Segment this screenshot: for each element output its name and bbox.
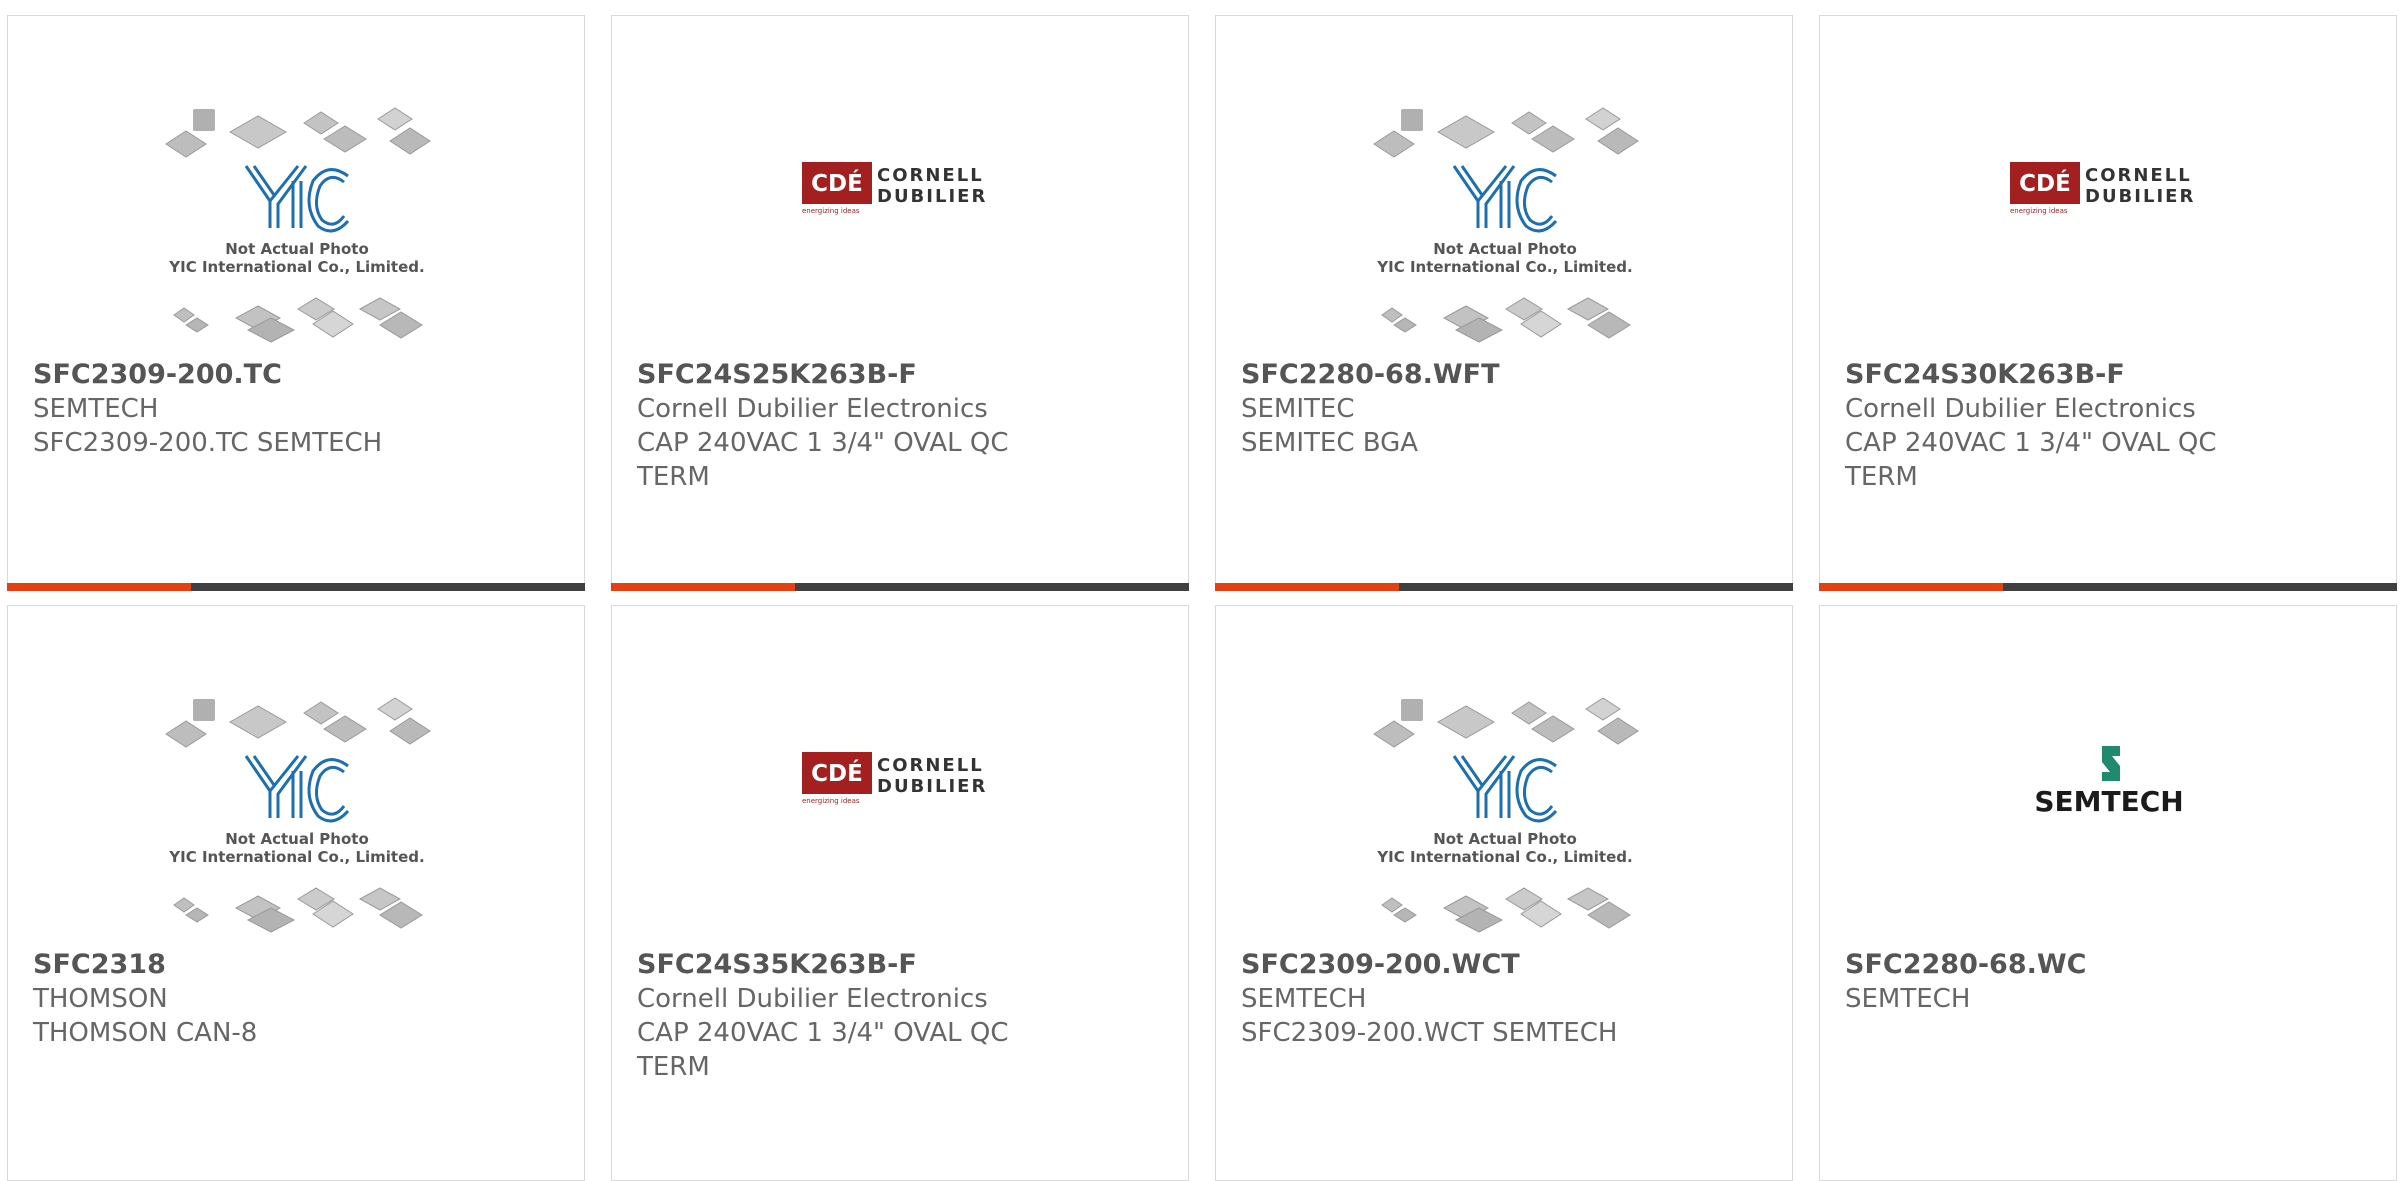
yic-placeholder-graphic: Not Actual PhotoYIC International Co., L… <box>165 107 431 343</box>
placeholder-caption-line2: YIC International Co., Limited. <box>168 848 424 866</box>
cornell-dubilier-logo: CDÉ CORNELLDUBILIER energizing ideas <box>802 162 987 215</box>
placeholder-caption-line1: Not Actual Photo <box>1433 240 1577 258</box>
manufacturer: Cornell Dubilier Electronics <box>637 984 988 1014</box>
cde-tagline: energizing ideas <box>2010 207 2068 215</box>
cde-line2: DUBILIER <box>877 776 987 797</box>
card-underline <box>1215 583 1793 591</box>
manufacturer: THOMSON <box>33 984 168 1014</box>
cornell-dubilier-logo: CDÉ CORNELLDUBILIER energizing ideas <box>2010 162 2195 215</box>
description: SFC2309-200.WCT SEMTECH <box>1241 1018 1618 1048</box>
yic-placeholder-graphic: Not Actual PhotoYIC International Co., L… <box>1373 697 1639 933</box>
manufacturer: Cornell Dubilier Electronics <box>1845 394 2196 424</box>
product-card[interactable]: Not Actual Photo YIC International Co., L… <box>7 15 585 591</box>
placeholder-caption-line2: YIC International Co., Limited. <box>168 258 424 276</box>
product-card[interactable]: Not Actual Photo YIC International Co., L… <box>7 605 585 1181</box>
cde-line1: CORNELL <box>877 165 984 186</box>
part-number-link[interactable]: SFC24S25K263B-F <box>637 358 1038 392</box>
cde-line2: DUBILIER <box>877 186 987 207</box>
placeholder-caption-line2: YIC International Co., Limited. <box>1376 848 1632 866</box>
product-card[interactable]: CDÉ CORNELL DUBILIER energizing ideas SFC24… <box>611 605 1189 1181</box>
description: CAP 240VAC 1 3/4" OVAL QC TERM <box>637 1018 1009 1082</box>
cde-badge-text: CDÉ <box>811 759 863 787</box>
part-number-link[interactable]: SFC2280-68.WC <box>1845 948 2246 982</box>
cornell-dubilier-logo: CDÉ CORNELLDUBILIER energizing ideas <box>802 752 987 805</box>
manufacturer: SEMTECH <box>1845 984 1971 1014</box>
manufacturer: SEMTECH <box>33 394 159 424</box>
cde-line1: CORNELL <box>2085 165 2192 186</box>
product-image-yic-placeholder[interactable]: Not Actual Photo YIC International Co., L… <box>1216 606 1792 951</box>
placeholder-caption-line1: Not Actual Photo <box>1433 830 1577 848</box>
cde-badge-text: CDÉ <box>2019 169 2071 197</box>
placeholder-caption-line2: YIC International Co., Limited. <box>1376 258 1632 276</box>
description: CAP 240VAC 1 3/4" OVAL QC TERM <box>637 428 1009 492</box>
manufacturer: SEMITEC <box>1241 394 1355 424</box>
product-image-yic-placeholder[interactable]: Not Actual Photo YIC International Co., L… <box>8 16 584 361</box>
cde-line2: DUBILIER <box>2085 186 2195 207</box>
card-underline <box>1819 583 2397 591</box>
card-underline-accent <box>1819 583 2003 591</box>
placeholder-caption-line1: Not Actual Photo <box>225 240 369 258</box>
description: SEMITEC BGA <box>1241 428 1419 458</box>
part-number-link[interactable]: SFC2309-200.TC <box>33 358 434 392</box>
cde-badge-text: CDÉ <box>811 169 863 197</box>
product-image-cde-logo[interactable]: CDÉ CORNELL DUBILIER energizing ideas <box>612 16 1188 361</box>
card-underline-accent <box>7 583 191 591</box>
product-card[interactable]: CDÉ CORNELL DUBILIER energizing ideas SFC24… <box>1819 15 2397 591</box>
product-image-yic-placeholder[interactable]: Not Actual Photo YIC International Co., L… <box>1216 16 1792 361</box>
card-underline-accent <box>611 583 795 591</box>
cde-tagline: energizing ideas <box>802 207 860 215</box>
description: SFC2309-200.TC SEMTECH <box>33 428 383 458</box>
part-number-link[interactable]: SFC24S35K263B-F <box>637 948 1038 982</box>
product-card[interactable]: CDÉ CORNELL DUBILIER energizing ideas SFC24… <box>611 15 1189 591</box>
yic-placeholder-graphic: Not Actual PhotoYIC International Co., L… <box>165 697 431 933</box>
description: THOMSON CAN-8 <box>33 1018 258 1048</box>
cde-line1: CORNELL <box>877 755 984 776</box>
part-number-link[interactable]: SFC2280-68.WFT <box>1241 358 1642 392</box>
manufacturer: Cornell Dubilier Electronics <box>637 394 988 424</box>
cde-tagline: energizing ideas <box>802 797 860 805</box>
product-image-yic-placeholder[interactable]: Not Actual Photo YIC International Co., L… <box>8 606 584 951</box>
product-image-cde-logo[interactable]: CDÉ CORNELL DUBILIER energizing ideas <box>1820 16 2396 361</box>
product-card[interactable]: Not Actual Photo YIC International Co., L… <box>1215 605 1793 1181</box>
manufacturer: SEMTECH <box>1241 984 1367 1014</box>
product-image-cde-logo[interactable]: CDÉ CORNELL DUBILIER energizing ideas <box>612 606 1188 951</box>
yic-placeholder-graphic: Not Actual PhotoYIC International Co., L… <box>1373 107 1639 343</box>
product-card[interactable]: SEMTECH SFC2280-68.WC SEMTECH <box>1819 605 2397 1181</box>
semtech-logo: SEMTECH <box>2034 746 2184 818</box>
part-number-link[interactable]: SFC2309-200.WCT <box>1241 948 1642 982</box>
product-card[interactable]: Not Actual Photo YIC International Co., L… <box>1215 15 1793 591</box>
part-number-link[interactable]: SFC2318 <box>33 948 434 982</box>
description: CAP 240VAC 1 3/4" OVAL QC TERM <box>1845 428 2217 492</box>
placeholder-caption-line1: Not Actual Photo <box>225 830 369 848</box>
card-underline-accent <box>1215 583 1399 591</box>
product-image-semtech-logo[interactable]: SEMTECH <box>1820 606 2396 951</box>
semtech-wordmark: SEMTECH <box>2034 785 2183 818</box>
part-number-link[interactable]: SFC24S30K263B-F <box>1845 358 2246 392</box>
card-underline <box>611 583 1189 591</box>
card-underline <box>7 583 585 591</box>
product-grid: Not Actual Photo YIC International Co., L… <box>0 0 2400 1181</box>
